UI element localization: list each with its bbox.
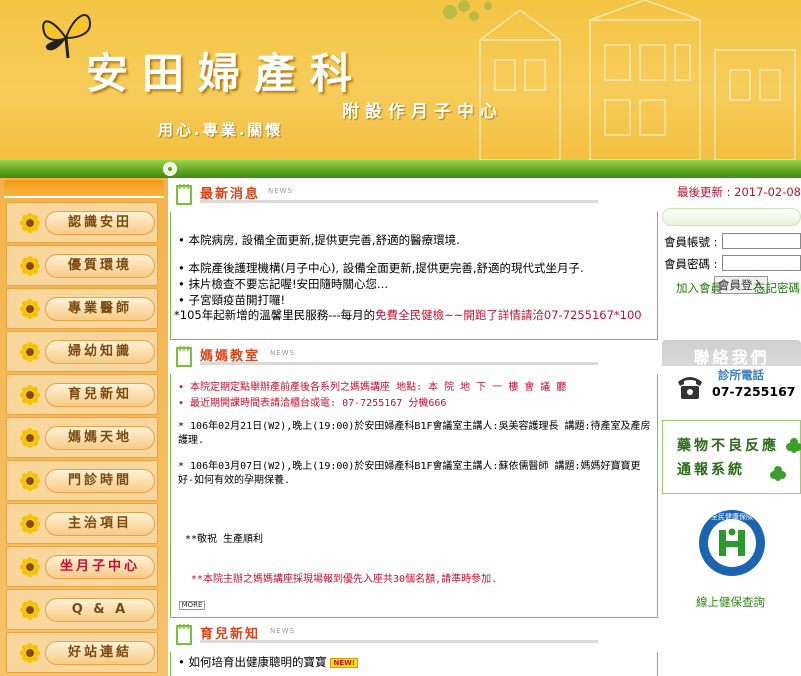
notebook-icon [176, 346, 192, 367]
sidebar-item-label: 主治項目 [45, 512, 155, 536]
nhi-logo-top-text: 全民健康保險 [711, 512, 753, 521]
sidebar-item-label: 婦幼知識 [45, 340, 155, 364]
sunflower-icon [20, 385, 40, 405]
mom-event: * 106年02月21日(W2),晚上(19:00)於安田婦產科B1F會議室主講… [178, 421, 651, 446]
more-button[interactable]: MORE [179, 601, 205, 610]
adr-line2: 通報系統 [677, 462, 745, 478]
latest-news-box: • 本院病房, 設備全面更新,提供更完善,舒適的醫療環境. • 本院產後護理機構… [170, 212, 658, 340]
site-slogan: 用心.專業.關懷 [158, 121, 284, 139]
account-label: 會員帳號 : [664, 235, 718, 249]
news-item[interactable]: • 本院病房, 設備全面更新,提供更完善,舒適的醫療環境. [178, 232, 460, 248]
sidebar-item-label: 育兒新知 [45, 383, 155, 407]
main-content: 最新消息 NEWS • 本院病房, 設備全面更新,提供更完善,舒適的醫療環境. … [170, 178, 658, 676]
sidebar-cap [4, 180, 164, 198]
sidebar-item-label: 好站連結 [45, 641, 155, 665]
adr-line1: 藥物不良反應 [677, 438, 779, 454]
mom-notice: • 本院定期定點舉辦產前產後各系列之媽媽講座 地點: 本 院 地 下 一 樓 會… [178, 382, 567, 393]
news-item[interactable]: • 子宮頸疫苗開打囉! [178, 292, 285, 308]
clover-icon [770, 466, 786, 481]
section-rule [200, 640, 598, 643]
promo-line[interactable]: *105年起新增的溫馨里民服務---每月的免費全民健檢~~開跑了詳情請洽07-7… [174, 307, 642, 323]
join-member-link[interactable]: 加入會員 [676, 280, 722, 296]
site-header: 安田婦產科 附設作月子中心 用心.專業.關懷 [0, 0, 801, 160]
mom-event: * 106年03月07日(W2),晚上(19:00)於安田婦產科B1F會議室主講… [178, 461, 641, 486]
sidebar-item[interactable]: 優質環境 [6, 245, 158, 286]
sunflower-icon [20, 643, 40, 663]
parenting-header: 育兒新知 NEWS [170, 618, 658, 648]
last-update: 最後更新 : 2017-02-08 [676, 185, 801, 199]
site-subtitle: 附設作月子中心 [342, 102, 503, 122]
section-rule [200, 362, 598, 365]
parenting-item[interactable]: • 如何培育出健康聰明的寶寶 NEW! [178, 654, 359, 670]
mom-footnote: **本院主辦之媽媽講座採現場報到優先入座共30個名額,請準時參加. [191, 574, 498, 585]
notebook-icon [176, 184, 192, 205]
sidebar-item[interactable]: 主治項目 [6, 503, 158, 544]
site-title: 安田婦產科 [86, 49, 367, 98]
bar-dot-icon [163, 162, 177, 176]
sidebar-item[interactable]: 認識安田 [6, 202, 158, 243]
sidebar-item[interactable]: 育兒新知 [6, 374, 158, 415]
new-badge: NEW! [330, 657, 359, 668]
password-label: 會員密碼 : [664, 257, 718, 271]
sidebar-item-label: 媽媽天地 [45, 426, 155, 450]
adr-report-box[interactable]: 藥物不良反應 通報系統 [662, 420, 801, 494]
sunflower-icon [20, 514, 40, 534]
parenting-tag: NEWS [270, 627, 296, 635]
login-header-bar [662, 208, 801, 226]
sidebar-item[interactable]: 專業醫師 [6, 288, 158, 329]
clover-icon [786, 438, 801, 453]
mom-corner-tag: NEWS [270, 349, 296, 357]
sunflower-icon [20, 428, 40, 448]
sidebar-item[interactable]: 媽媽天地 [6, 417, 158, 458]
notebook-icon [176, 624, 192, 645]
sunflower-icon [20, 213, 40, 233]
sunflower-icon [20, 471, 40, 491]
contact-box[interactable]: 聯絡我們 診所電話 07-7255167 [662, 340, 801, 406]
news-item[interactable]: • 抹片檢查不要忘記喔!安田隨時關心您... [178, 276, 388, 292]
sunflower-icon [20, 600, 40, 620]
sidebar-item-label: 優質環境 [45, 254, 155, 278]
sidebar-item-label: 專業醫師 [45, 297, 155, 321]
sidebar-item[interactable]: 門診時間 [6, 460, 158, 501]
sunflower-icon [20, 256, 40, 276]
latest-news-tag: NEWS [268, 187, 294, 195]
forgot-password-link[interactable]: 忘記密碼 [754, 280, 800, 296]
sidebar-item-label: 門診時間 [45, 469, 155, 493]
sidebar-nav: 認識安田優質環境專業醫師婦幼知識育兒新知媽媽天地門診時間主治項目坐月子中心 Q &… [0, 178, 168, 676]
nhi-logo-icon[interactable]: 全民健康保險 [697, 508, 767, 578]
parenting-box: • 如何培育出健康聰明的寶寶 NEW! [170, 652, 658, 676]
contact-title: 聯絡我們 [693, 348, 770, 367]
mom-notice: • 最近期開課時間表請洽櫃台或電: 07-7255167 分機666 [178, 398, 447, 409]
sunflower-icon [20, 342, 40, 362]
sunflower-icon [20, 557, 40, 577]
news-item[interactable]: • 本院產後護理機構(月子中心), 設備全面更新,提供更完善,舒適的現代式坐月子… [178, 260, 584, 276]
section-rule [200, 200, 598, 203]
sidebar-item-label: 認識安田 [45, 211, 155, 235]
contact-body: 診所電話 07-7255167 [662, 366, 801, 406]
sidebar-item[interactable]: 好站連結 [6, 632, 158, 673]
mom-wish: **敬祝 生產順利 [185, 534, 264, 545]
sidebar-item[interactable]: 坐月子中心 [6, 546, 158, 587]
contact-label: 診所電話 [718, 368, 764, 382]
sidebar-item[interactable]: 婦幼知識 [6, 331, 158, 372]
phone-icon [678, 377, 702, 399]
sunflower-icon [20, 299, 40, 319]
account-input[interactable] [722, 233, 801, 249]
latest-news-header: 最新消息 NEWS [170, 178, 658, 208]
green-divider-bar [0, 160, 801, 178]
mom-corner-header: 媽媽教室 NEWS [170, 340, 658, 370]
sidebar-item[interactable]: Q & A [6, 589, 158, 630]
right-column: 最後更新 : 2017-02-08 會員帳號 : 會員密碼 : 會員登入 加入會… [660, 178, 801, 676]
sidebar-item-label: 坐月子中心 [45, 555, 155, 579]
nhi-query-link[interactable]: 線上健保查詢 [660, 594, 801, 610]
password-input[interactable] [722, 255, 801, 271]
building-sketch-decoration [443, 0, 796, 160]
contact-phone: 07-7255167 [712, 384, 796, 399]
mom-corner-box: • 本院定期定點舉辦產前產後各系列之媽媽講座 地點: 本 院 地 下 一 樓 會… [170, 374, 658, 618]
sidebar-item-label: Q & A [45, 598, 155, 622]
